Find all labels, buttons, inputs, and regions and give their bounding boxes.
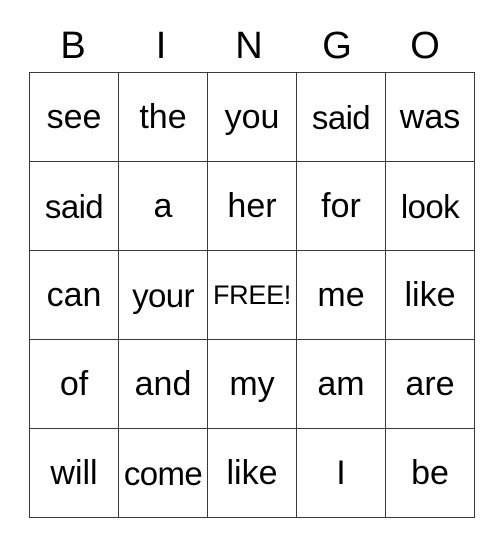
bingo-cell-label: like: [226, 454, 278, 492]
bingo-cell-free[interactable]: FREE!: [207, 250, 297, 340]
bingo-row: of and my am are: [29, 339, 475, 429]
bingo-cell[interactable]: I: [296, 428, 386, 518]
bingo-cell[interactable]: your: [118, 250, 208, 340]
bingo-cell[interactable]: a: [118, 161, 208, 251]
bingo-cell[interactable]: was: [385, 72, 475, 162]
bingo-cell-label: my: [229, 365, 275, 403]
bingo-cell[interactable]: like: [207, 428, 297, 518]
bingo-cell-label: said: [44, 187, 104, 225]
bingo-cell[interactable]: said: [296, 72, 386, 162]
bingo-cell[interactable]: said: [29, 161, 119, 251]
bingo-cell-label: me: [317, 276, 365, 314]
bingo-cell[interactable]: can: [29, 250, 119, 340]
bingo-cell-label: a: [153, 187, 173, 225]
bingo-cell-label: can: [46, 276, 102, 314]
bingo-cell-label: your: [132, 276, 194, 314]
bingo-header-letter-o: O: [410, 25, 440, 67]
bingo-cell-label: see: [46, 98, 102, 136]
bingo-cell-label: like: [404, 276, 456, 314]
bingo-cell[interactable]: come: [118, 428, 208, 518]
bingo-row: will come like I be: [29, 428, 475, 518]
bingo-cell[interactable]: my: [207, 339, 297, 429]
bingo-cell[interactable]: you: [207, 72, 297, 162]
bingo-cell-label: and: [134, 365, 192, 403]
bingo-cell-label: was: [399, 98, 461, 136]
bingo-cell-label: for: [321, 187, 361, 225]
bingo-cell[interactable]: of: [29, 339, 119, 429]
bingo-cell[interactable]: and: [118, 339, 208, 429]
bingo-cell-label: the: [139, 98, 187, 136]
bingo-header-letter-i: I: [155, 25, 167, 67]
bingo-cell[interactable]: see: [29, 72, 119, 162]
bingo-cell-label: be: [411, 454, 449, 492]
bingo-cell[interactable]: like: [385, 250, 475, 340]
bingo-cell-label: look: [400, 187, 460, 225]
bingo-cell-label: her: [227, 187, 277, 225]
bingo-grid: see the you said was said a her for look…: [29, 72, 475, 518]
bingo-cell-label: will: [50, 454, 98, 492]
bingo-cell-label: am: [317, 365, 365, 403]
bingo-cell-label: you: [224, 98, 280, 136]
bingo-row: see the you said was: [29, 72, 475, 162]
bingo-header-letter-b: B: [60, 25, 86, 67]
bingo-cell-label: of: [59, 365, 89, 403]
bingo-cell-label: are: [405, 365, 455, 403]
bingo-cell[interactable]: look: [385, 161, 475, 251]
bingo-cell[interactable]: be: [385, 428, 475, 518]
bingo-cell[interactable]: for: [296, 161, 386, 251]
bingo-cell[interactable]: are: [385, 339, 475, 429]
bingo-row: said a her for look: [29, 161, 475, 251]
bingo-header-letter-n: N: [235, 25, 263, 67]
bingo-card: B I N G O see the you said was said a he…: [29, 22, 475, 518]
bingo-cell-label: come: [123, 454, 203, 492]
bingo-cell-label: I: [336, 454, 346, 492]
bingo-cell[interactable]: me: [296, 250, 386, 340]
bingo-row: can your FREE! me like: [29, 250, 475, 340]
bingo-cell[interactable]: am: [296, 339, 386, 429]
bingo-cell[interactable]: the: [118, 72, 208, 162]
bingo-header-row: B I N G O: [29, 22, 469, 72]
bingo-cell-label: said: [311, 98, 371, 136]
bingo-cell[interactable]: her: [207, 161, 297, 251]
bingo-cell[interactable]: will: [29, 428, 119, 518]
bingo-free-space-label: FREE!: [212, 279, 291, 310]
bingo-header-letter-g: G: [322, 25, 352, 67]
